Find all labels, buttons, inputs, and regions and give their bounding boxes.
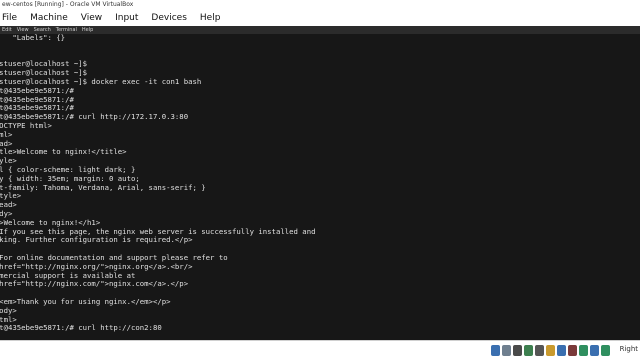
vm-status-bar: Right	[0, 340, 640, 361]
terminal-line: <p><em>Thank you for using nginx.</em></…	[0, 296, 171, 306]
terminal-menu-bar: Edit View Search Terminal Help	[0, 26, 640, 34]
hard-disk-icon[interactable]	[491, 345, 500, 356]
terminal-line: </body>	[0, 305, 17, 315]
window-title-bar: ew-centos [Running] - Oracle VM VirtualB…	[0, 0, 640, 9]
vbox-menu-bar: File Machine View Input Devices Help	[0, 9, 640, 27]
shared-folders-icon[interactable]	[546, 345, 555, 356]
terminal-line: <!DOCTYPE html>	[0, 120, 52, 130]
host-key-label: Right	[619, 345, 638, 353]
terminal-text: "Labels": {} }[testuser@localhost ~]$[te…	[0, 34, 315, 333]
menu-devices[interactable]: Devices	[145, 13, 193, 23]
optical-drive-icon[interactable]	[502, 345, 511, 356]
terminal-line: <html>	[0, 129, 13, 139]
terminal-line: root@435ebe9e5871:/# curl http://con2:80	[0, 323, 162, 333]
terminal-menu-edit[interactable]: Edit	[0, 27, 15, 33]
network-icon[interactable]	[524, 345, 533, 356]
display-icon[interactable]	[557, 345, 566, 356]
terminal-output-area[interactable]: "Labels": {} }[testuser@localhost ~]$[te…	[0, 34, 640, 340]
terminal-line: </style>	[0, 191, 22, 201]
terminal-menu-view[interactable]: View	[15, 27, 32, 33]
audio-icon[interactable]	[513, 345, 522, 356]
terminal-menu-help[interactable]: Help	[80, 27, 96, 33]
terminal-line: "Labels": {}	[12, 34, 66, 42]
mouse-integration-icon[interactable]	[579, 345, 588, 356]
menu-view[interactable]: View	[75, 13, 109, 23]
recording-icon[interactable]	[568, 345, 577, 356]
terminal-line: working. Further configuration is requir…	[0, 235, 193, 245]
window-title: ew-centos [Running] - Oracle VM VirtualB…	[2, 1, 134, 8]
keyboard-capture-icon[interactable]	[601, 345, 610, 356]
usb-icon[interactable]	[535, 345, 544, 356]
menu-machine[interactable]: Machine	[24, 13, 75, 23]
terminal-line: <a href="http://nginx.com/">nginx.com</a…	[0, 279, 189, 289]
terminal-menu-search[interactable]: Search	[32, 27, 54, 33]
menu-input[interactable]: Input	[109, 13, 145, 23]
menu-file[interactable]: File	[0, 13, 24, 23]
terminal-menu-terminal[interactable]: Terminal	[54, 27, 80, 33]
status-indicator-icons	[491, 345, 610, 356]
terminal-line: </head>	[0, 200, 17, 210]
terminal-line: font-family: Tahoma, Verdana, Arial, san…	[0, 182, 206, 192]
cpu-icon[interactable]	[590, 345, 599, 356]
terminal-line: }	[0, 43, 315, 52]
terminal-line: <title>Welcome to nginx!</title>	[0, 147, 127, 157]
menu-help[interactable]: Help	[194, 13, 228, 23]
